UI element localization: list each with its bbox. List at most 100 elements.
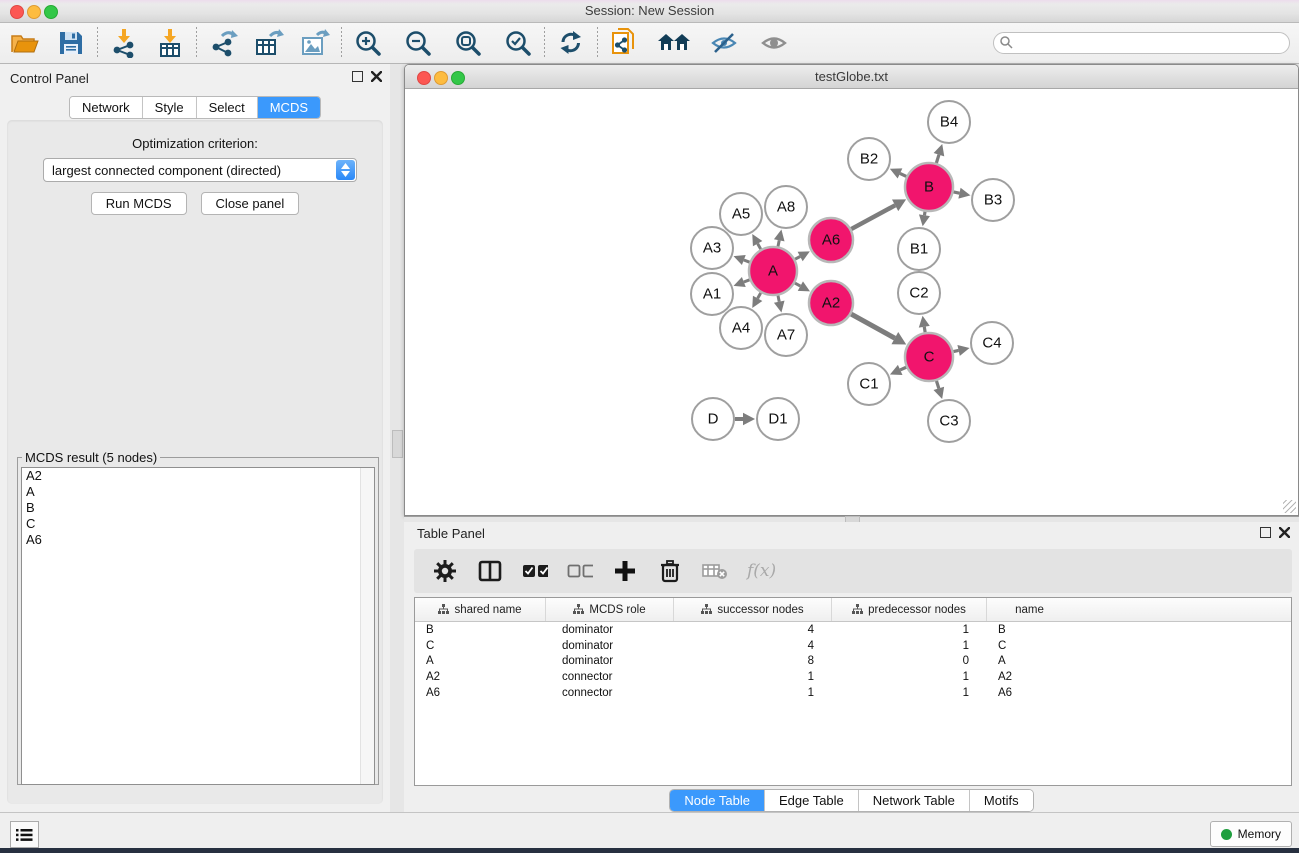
mcds-result-item[interactable]: A2 [22, 468, 374, 484]
column-header-predecessor-nodes[interactable]: predecessor nodes [832, 598, 987, 621]
task-history-button[interactable] [10, 821, 39, 848]
hide-eye-icon[interactable] [707, 27, 741, 59]
mcds-result-item[interactable]: C [22, 516, 374, 532]
run-mcds-button[interactable]: Run MCDS [91, 192, 187, 215]
edge-A6-B[interactable] [851, 205, 895, 229]
minimize-window-button[interactable] [27, 5, 41, 19]
delete-icon[interactable] [657, 558, 683, 584]
table-cell[interactable]: 1 [674, 687, 832, 699]
table-cell[interactable]: A [415, 655, 546, 667]
table-cell[interactable]: A2 [987, 671, 1072, 683]
tab-select[interactable]: Select [197, 97, 258, 118]
show-eye-icon[interactable] [757, 27, 791, 59]
table-cell[interactable]: connector [546, 671, 674, 683]
close-panel-button[interactable]: Close panel [201, 192, 300, 215]
close-panel-icon[interactable] [1279, 527, 1290, 538]
search-input[interactable] [993, 32, 1290, 54]
edge-B-B4[interactable] [936, 155, 939, 163]
table-cell[interactable]: B [415, 624, 546, 636]
select-all-icon[interactable] [522, 558, 548, 584]
vertical-splitter[interactable] [390, 64, 404, 812]
close-view-button[interactable] [417, 71, 431, 85]
tab-style[interactable]: Style [143, 97, 197, 118]
edge-A-A4[interactable] [758, 293, 761, 299]
maximize-window-button[interactable] [44, 5, 58, 19]
edge-C-C1[interactable] [900, 367, 906, 370]
zoom-fit-icon[interactable] [451, 27, 485, 59]
table-cell[interactable]: 1 [832, 671, 987, 683]
edge-A2-C[interactable] [851, 314, 895, 338]
tab-node-table[interactable]: Node Table [670, 790, 765, 811]
tab-motifs[interactable]: Motifs [970, 790, 1033, 811]
mcds-list-scrollbar[interactable] [360, 468, 374, 784]
column-header-name[interactable]: name [987, 598, 1072, 621]
add-column-icon[interactable] [612, 558, 638, 584]
table-cell[interactable]: C [987, 640, 1072, 652]
edge-B-B1[interactable] [924, 212, 925, 216]
import-network-icon[interactable] [107, 27, 141, 59]
deselect-all-icon[interactable] [567, 558, 593, 584]
table-cell[interactable]: A6 [987, 687, 1072, 699]
mcds-result-item[interactable]: A [22, 484, 374, 500]
table-row[interactable]: Cdominator41C [415, 638, 1291, 654]
window-resize-grip[interactable] [1283, 500, 1296, 513]
table-cell[interactable]: 1 [674, 671, 832, 683]
table-cell[interactable]: 4 [674, 624, 832, 636]
table-row[interactable]: Adominator80A [415, 653, 1291, 669]
refresh-icon[interactable] [554, 27, 588, 59]
float-panel-icon[interactable] [352, 71, 363, 82]
table-cell[interactable]: A6 [415, 687, 546, 699]
table-cell[interactable]: 1 [832, 640, 987, 652]
table-cell[interactable]: 1 [832, 687, 987, 699]
zoom-selected-icon[interactable] [501, 27, 535, 59]
tab-mcds[interactable]: MCDS [258, 97, 320, 118]
float-panel-icon[interactable] [1260, 527, 1271, 538]
edge-A-A7[interactable] [778, 295, 779, 301]
edge-A-A5[interactable] [758, 244, 761, 250]
edge-B-B3[interactable] [953, 192, 959, 193]
table-cell[interactable]: connector [546, 687, 674, 699]
table-cell[interactable]: 0 [832, 655, 987, 667]
close-panel-icon[interactable] [371, 71, 382, 82]
edge-A-A2[interactable] [795, 283, 800, 286]
mcds-result-list[interactable]: A2ABCA6 [21, 467, 375, 785]
column-header-shared-name[interactable]: shared name [415, 598, 546, 621]
table-cell[interactable]: 1 [832, 624, 987, 636]
new-session-icon[interactable] [607, 27, 641, 59]
import-table-icon[interactable] [153, 27, 187, 59]
table-cell[interactable]: A [987, 655, 1072, 667]
table-cell[interactable]: dominator [546, 640, 674, 652]
zoom-in-icon[interactable] [351, 27, 385, 59]
network-canvas[interactable]: B4B2BB3B1A5A8A6A3AA1A4A7A2C2CC4C1C3DD1 [406, 89, 1297, 514]
minimize-view-button[interactable] [434, 71, 448, 85]
save-session-icon[interactable] [54, 27, 88, 59]
home-network-icon[interactable] [657, 27, 691, 59]
table-cell[interactable]: C [415, 640, 546, 652]
table-cell[interactable]: dominator [546, 655, 674, 667]
table-row[interactable]: Bdominator41B [415, 622, 1291, 638]
table-cell[interactable]: A2 [415, 671, 546, 683]
export-network-icon[interactable] [206, 27, 240, 59]
table-row[interactable]: A2connector11A2 [415, 669, 1291, 685]
mcds-result-item[interactable]: B [22, 500, 374, 516]
edge-C-C3[interactable] [936, 381, 938, 388]
export-image-icon[interactable] [298, 27, 332, 59]
open-file-icon[interactable] [8, 27, 42, 59]
edge-A-A6[interactable] [795, 256, 800, 259]
network-graph[interactable]: B4B2BB3B1A5A8A6A3AA1A4A7A2C2CC4C1C3DD1 [406, 89, 1297, 515]
export-table-icon[interactable] [252, 27, 286, 59]
memory-button[interactable]: Memory [1210, 821, 1292, 847]
criterion-dropdown[interactable]: largest connected component (directed) [43, 158, 357, 182]
network-window-titlebar[interactable]: testGlobe.txt [405, 65, 1298, 89]
edge-A-A3[interactable] [744, 260, 750, 262]
edge-A-A8[interactable] [778, 240, 779, 246]
tab-network-table[interactable]: Network Table [859, 790, 970, 811]
table-cell[interactable]: B [987, 624, 1072, 636]
gear-icon[interactable] [432, 558, 458, 584]
tab-network[interactable]: Network [70, 97, 143, 118]
edge-A-A1[interactable] [744, 280, 750, 282]
maximize-view-button[interactable] [451, 71, 465, 85]
column-visibility-icon[interactable] [477, 558, 503, 584]
edge-C-C2[interactable] [924, 327, 925, 333]
column-header-MCDS-role[interactable]: MCDS role [546, 598, 674, 621]
